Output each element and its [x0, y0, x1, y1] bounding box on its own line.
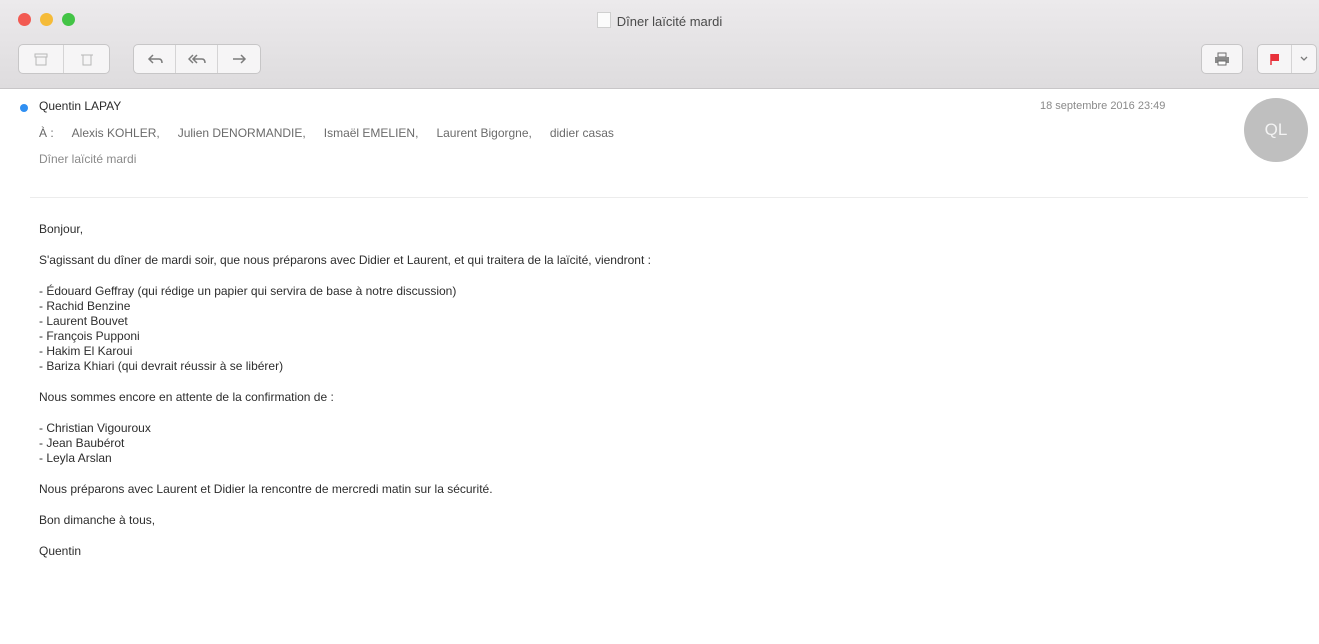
- list-item: - Jean Baubérot: [39, 436, 125, 450]
- window-title-text: Dîner laïcité mardi: [616, 14, 723, 29]
- recipient[interactable]: Alexis KOHLER,: [72, 126, 160, 140]
- reply-all-button[interactable]: [176, 45, 218, 73]
- to-label: À :: [39, 126, 54, 140]
- document-icon: [596, 12, 611, 28]
- flag-menu-button[interactable]: [1292, 45, 1316, 73]
- list-item: - Rachid Benzine: [39, 299, 131, 313]
- recipient[interactable]: Ismaël EMELIEN,: [324, 126, 419, 140]
- reply-icon: [147, 54, 163, 64]
- message-subject: Dîner laïcité mardi: [39, 152, 137, 166]
- recipient[interactable]: didier casas: [550, 126, 614, 140]
- signature: Quentin: [39, 544, 82, 558]
- greeting: Bonjour,: [39, 222, 84, 236]
- pending-intro: Nous sommes encore en attente de la conf…: [39, 390, 334, 404]
- archive-icon: [34, 53, 48, 66]
- attendees-list: - Édouard Geffray (qui rédige un papier …: [39, 284, 1259, 374]
- flag-group: [1257, 44, 1317, 74]
- list-item: - Leyla Arslan: [39, 451, 112, 465]
- header-divider: [30, 197, 1308, 198]
- list-item: - Bariza Khiari (qui devrait réussir à s…: [39, 359, 284, 373]
- message-date: 18 septembre 2016 23:49: [1040, 100, 1166, 112]
- meeting-paragraph: Nous préparons avec Laurent et Didier la…: [39, 482, 493, 496]
- mail-window: Dîner laïcité mardi Quentin LAPAY 18 sep…: [0, 0, 1319, 644]
- recipient[interactable]: Laurent Bigorgne,: [436, 126, 531, 140]
- forward-icon: [233, 54, 247, 64]
- trash-icon: [80, 54, 93, 66]
- chevron-down-icon: [1300, 56, 1308, 61]
- trash-button[interactable]: [64, 45, 109, 73]
- flag-icon: [1269, 54, 1279, 65]
- flag-button[interactable]: [1258, 45, 1292, 73]
- closing: Bon dimanche à tous,: [39, 513, 156, 527]
- print-button[interactable]: [1202, 45, 1242, 73]
- list-item: - Hakim El Karoui: [39, 344, 133, 358]
- print-group: [1201, 44, 1243, 74]
- recipients-line: À : Alexis KOHLER, Julien DENORMANDIE, I…: [39, 126, 614, 140]
- intro-paragraph: S'agissant du dîner de mardi soir, que n…: [39, 253, 651, 267]
- list-item: - François Pupponi: [39, 329, 140, 343]
- archive-trash-group: [18, 44, 110, 74]
- pending-list: - Christian Vigouroux - Jean Baubérot - …: [39, 421, 1259, 466]
- avatar: QL: [1244, 98, 1308, 162]
- list-item: - Christian Vigouroux: [39, 421, 151, 435]
- list-item: - Édouard Geffray (qui rédige un papier …: [39, 284, 457, 298]
- window-toolbar: Dîner laïcité mardi: [0, 0, 1319, 89]
- reply-button[interactable]: [134, 45, 176, 73]
- unread-indicator: [20, 104, 28, 112]
- reply-group: [133, 44, 261, 74]
- message-body: Bonjour, S'agissant du dîner de mardi so…: [39, 222, 1259, 575]
- list-item: - Laurent Bouvet: [39, 314, 128, 328]
- reply-all-icon: [187, 54, 206, 64]
- archive-button[interactable]: [19, 45, 64, 73]
- sender-name[interactable]: Quentin LAPAY: [39, 99, 121, 113]
- window-title: Dîner laïcité mardi: [0, 12, 1319, 29]
- recipient[interactable]: Julien DENORMANDIE,: [178, 126, 306, 140]
- printer-icon: [1215, 52, 1229, 66]
- forward-button[interactable]: [218, 45, 260, 73]
